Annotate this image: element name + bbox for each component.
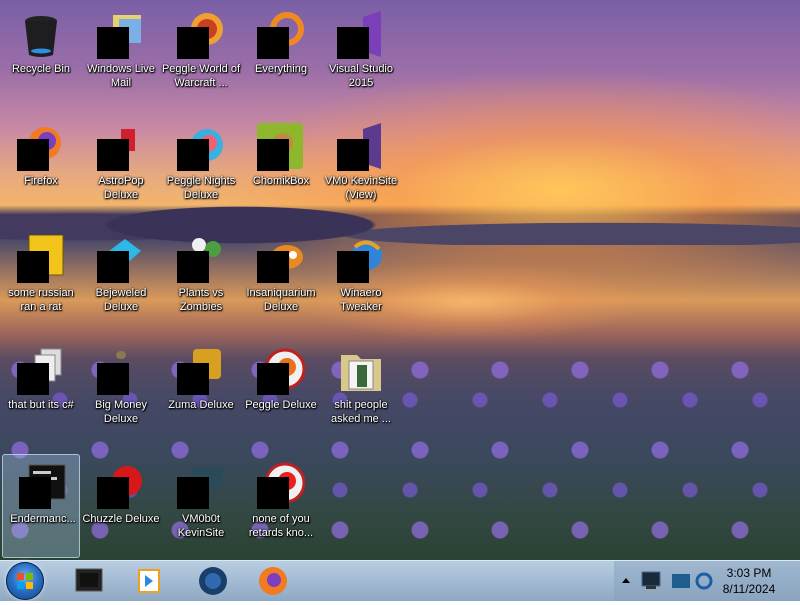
desktop-icon-label: AstroPop Deluxe [98, 175, 144, 201]
desktop-wallpaper: Recycle Bin Windows Live Mail Peggle Wor… [0, 0, 800, 560]
desktop-icon-that-but-its-csharp[interactable]: that but its c# [0, 340, 80, 444]
desktop-icon-insaniquarium[interactable]: Insaniquarium Deluxe [240, 228, 320, 332]
desktop-icon-label: shit people asked me ... [331, 399, 391, 425]
desktop-icon-peggle-deluxe[interactable]: Peggle Deluxe [240, 340, 320, 444]
firefox-taskbar-icon [259, 567, 287, 595]
peggle-nights-icon [177, 129, 223, 171]
desktop-icon-peggle-wow[interactable]: Peggle World of Warcraft ... [160, 4, 240, 108]
desktop-icon-label: Visual Studio 2015 [328, 63, 393, 89]
desktop-icon-astropop[interactable]: AstroPop Deluxe [80, 116, 160, 220]
mail-icon [97, 15, 141, 59]
zuma-icon [177, 349, 221, 395]
astropop-icon [97, 129, 135, 171]
desktop-icon-label: Winaero Tweaker [340, 287, 382, 313]
taskbar-button-globe[interactable] [186, 563, 240, 599]
copy-icon [17, 348, 62, 395]
desktop-icon-label: that but its c# [8, 399, 74, 411]
clock-date[interactable]: 8/11/2024 [712, 582, 786, 596]
desktop-icon-label: Recycle Bin [11, 63, 71, 75]
desktop-icon-plants-vs-zombies[interactable]: Plants vs Zombies [160, 228, 240, 332]
winaero-tweaker-icon [337, 240, 382, 283]
terminal-icon [19, 464, 66, 509]
desktop-icon-label: Endermanc... [10, 513, 76, 525]
desktop-icon-label: VM0b0t KevinSite [177, 513, 225, 539]
insaniquarium-icon [257, 245, 303, 283]
desktop-icon-label: ChomikBox [252, 175, 310, 187]
desktop-icon-label: Big Money Deluxe [95, 399, 147, 425]
desktop-icon-chuzzle[interactable]: Chuzzle Deluxe [80, 454, 160, 558]
desktop-icon-label: some russian ran a rat [8, 287, 74, 313]
taskbar-button-media-player[interactable] [122, 563, 176, 599]
desktop-icon-label: Peggle Nights Deluxe [166, 175, 236, 201]
chomikbox-icon [257, 123, 303, 171]
desktop-icon-windows-live-mail[interactable]: Windows Live Mail [80, 4, 160, 108]
desktop-icon-visual-studio[interactable]: Visual Studio 2015 [320, 4, 400, 108]
desktop-icon-label: Bejeweled Deluxe [95, 287, 147, 313]
desktop-icon-vm0b0t-kevinsite[interactable]: VM0b0t KevinSite [160, 454, 240, 558]
desktop-icon-label: VM0 KevinSite (View) [324, 175, 398, 201]
visual-studio-icon [337, 123, 381, 171]
desktop-icon-winaero-tweaker[interactable]: Winaero Tweaker [320, 228, 400, 332]
clock-time[interactable]: 3:03 PM [712, 566, 786, 580]
media-player-taskbar-icon [138, 569, 160, 593]
desktop-icon-endermanch[interactable]: Endermanc... [2, 454, 80, 558]
desktop-icon-label: Windows Live Mail [87, 63, 155, 89]
desktop-icon-some-russian[interactable]: some russian ran a rat [0, 228, 80, 332]
vm-tray-icon[interactable] [670, 568, 694, 594]
visual-studio-icon [337, 11, 381, 59]
network-tray-icon[interactable] [640, 568, 666, 594]
volume-tray-icon[interactable] [694, 570, 714, 592]
desktop-icon-big-money[interactable]: Big Money Deluxe [80, 340, 160, 444]
taskbar: 3:03 PM 8/11/2024 [0, 560, 800, 601]
desktop-icon-label: Insaniquarium Deluxe [246, 287, 316, 313]
big-money-icon [97, 351, 129, 395]
desktop-icon-label: Firefox [24, 175, 58, 187]
taskbar-button-explorer[interactable] [62, 563, 116, 599]
desktop-icon-label: Chuzzle Deluxe [82, 513, 160, 525]
explorer-taskbar-icon [75, 568, 103, 592]
desktop-icon-label: Everything [255, 63, 307, 75]
windows-logo-icon [17, 573, 33, 589]
desktop-icon-recycle-bin[interactable]: Recycle Bin [0, 4, 80, 108]
desktop-icon-zuma[interactable]: Zuma Deluxe [160, 340, 240, 444]
firefox-icon [17, 127, 61, 171]
desktop-icon-label: Zuma Deluxe [168, 399, 234, 411]
desktop-icon-vm0-kevinsite-view[interactable]: VM0 KevinSite (View) [320, 116, 400, 220]
desktop-icon-firefox[interactable]: Firefox [0, 116, 80, 220]
desktop-icon-grid: Recycle Bin Windows Live Mail Peggle Wor… [0, 0, 800, 560]
start-button[interactable] [6, 562, 44, 600]
desktop-icon-folder-shit-people[interactable]: shit people asked me ... [320, 340, 400, 444]
desktop-icon-chomikbox[interactable]: ChomikBox [240, 116, 320, 220]
everything-search-icon [257, 12, 304, 59]
folder-icon [341, 355, 381, 391]
desktop-icon-label: Peggle World of Warcraft ... [161, 63, 241, 89]
desktop-icon-label: Peggle Deluxe [245, 399, 317, 411]
vm-icon [177, 467, 223, 509]
recycle-bin-icon [25, 16, 57, 57]
chuzzle-icon [97, 466, 142, 509]
desktop-icon-label: none of you retards kno... [248, 513, 314, 539]
taskbar-button-firefox[interactable] [246, 563, 300, 599]
show-hidden-icons-icon[interactable] [620, 573, 632, 589]
peggle-icon [257, 462, 305, 509]
desktop-icon-bejeweled[interactable]: Bejeweled Deluxe [80, 228, 160, 332]
desktop-icon-peggle-nights[interactable]: Peggle Nights Deluxe [160, 116, 240, 220]
peggle-icon [257, 348, 305, 395]
desktop-icon-none-of-you[interactable]: none of you retards kno... [240, 454, 320, 558]
peggle-icon [177, 13, 223, 59]
plants-vs-zombies-icon [177, 238, 221, 283]
desktop-icon-label: Plants vs Zombies [178, 287, 224, 313]
globe-taskbar-icon [199, 567, 227, 595]
bejeweled-icon [97, 239, 141, 283]
desktop-icon-everything[interactable]: Everything [240, 4, 320, 108]
document-icon [17, 235, 64, 283]
